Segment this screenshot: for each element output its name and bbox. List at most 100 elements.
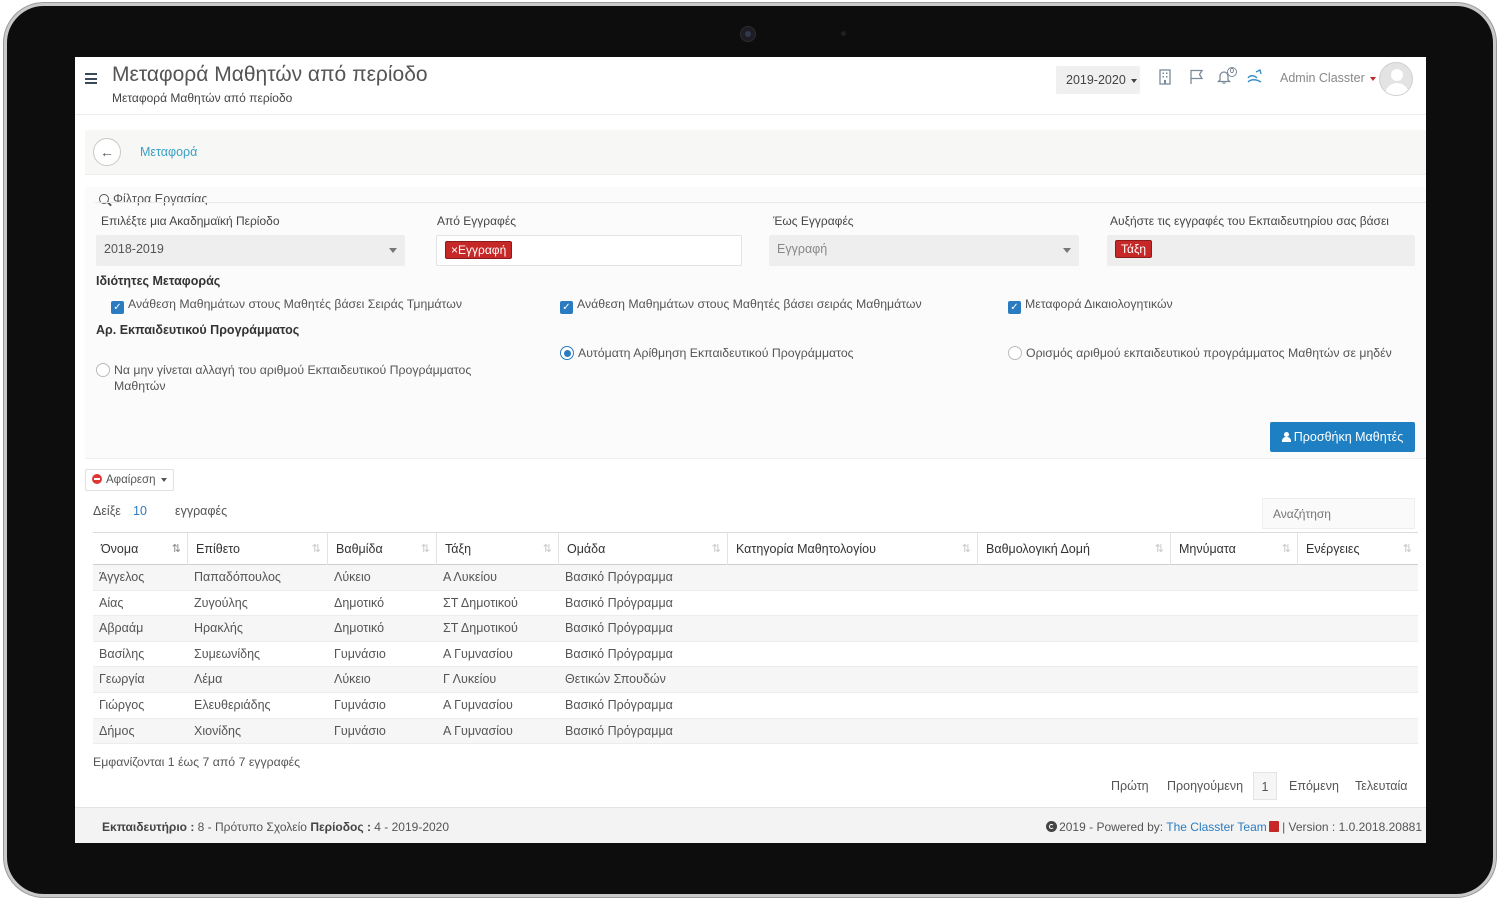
- table-cell: Α Λυκείου: [443, 570, 498, 584]
- table-cell: Γυμνάσιο: [334, 697, 386, 712]
- column-header-class[interactable]: Τάξη ⇅: [437, 533, 559, 565]
- filter-panel-title-text: Φίλτρα Εργασίας: [113, 192, 208, 206]
- table-row[interactable]: Γιώργος Ελευθεριάδης Γυμνάσιο Α Γυμνασίου Βα…: [93, 693, 1418, 719]
- transfer-option-3[interactable]: ✓ Μεταφορά Δικαιολογητικών: [1008, 296, 1173, 314]
- footer-copyright: 2019 - Powered by:: [1059, 820, 1164, 834]
- gift-icon: [1268, 821, 1279, 832]
- table-cell: Γυμνάσιο: [334, 723, 386, 738]
- from-filter-tag[interactable]: ×Εγγραφή: [445, 241, 513, 259]
- table-row[interactable]: Αίας Ζυγούλης Δημοτικό ΣΤ Δημοτικού Βασικό Π…: [93, 591, 1418, 617]
- column-header-grading-structure[interactable]: Βαθμολογική Δομή ⇅: [978, 533, 1171, 565]
- table-cell: Βασίλης: [99, 646, 145, 661]
- column-header-surname[interactable]: Επίθετο ⇅: [188, 533, 328, 565]
- sort-icon[interactable]: ⇅: [1403, 533, 1412, 565]
- chevron-down-icon: [1130, 78, 1137, 83]
- period-filter-select[interactable]: 2018-2019: [96, 235, 405, 266]
- table-cell: Άγγελος: [99, 570, 145, 584]
- user-name-label: Admin Classter: [1280, 71, 1365, 85]
- table-cell: Α Γυμνασίου: [443, 646, 513, 661]
- column-header-level[interactable]: Βαθμίδα ⇅: [328, 533, 437, 565]
- checkbox-checked-icon[interactable]: ✓: [111, 301, 124, 314]
- user-menu[interactable]: Admin Classter: [1280, 71, 1376, 85]
- radio-selected-icon[interactable]: [560, 346, 574, 360]
- table-cell: ΣΤ Δημοτικού: [443, 595, 518, 610]
- pagination-previous[interactable]: Προηγούμενη: [1167, 772, 1243, 800]
- entries-label: εγγραφές: [175, 504, 228, 518]
- building-icon[interactable]: [1158, 69, 1172, 89]
- back-button[interactable]: ←: [93, 138, 121, 166]
- transfer-option-3-label: Μεταφορά Δικαιολογητικών: [1025, 297, 1173, 311]
- program-option-3[interactable]: Ορισμός αριθμού εκπαιδευτικού προγράμματ…: [1008, 345, 1392, 361]
- menu-icon[interactable]: [85, 73, 97, 84]
- column-header-registry-category[interactable]: Κατηγορία Μαθητολογίου ⇅: [728, 533, 978, 565]
- transfer-option-1[interactable]: ✓ Ανάθεση Μαθημάτων στους Μαθητές βάσει Σ…: [111, 296, 462, 314]
- close-icon[interactable]: ×: [451, 243, 458, 257]
- table-row[interactable]: Βασίλης Συμεωνίδης Γυμνάσιο Α Γυμνασίου Βασι…: [93, 642, 1418, 668]
- table-row[interactable]: Αβραάμ Ηρακλής Δημοτικό ΣΤ Δημοτικού Βασικό …: [93, 616, 1418, 642]
- column-header-label: Τάξη: [445, 542, 472, 556]
- pagination-last[interactable]: Τελευταία: [1355, 772, 1407, 800]
- breadcrumb: ← Μεταφορά: [85, 130, 1426, 175]
- column-header-messages[interactable]: Μηνύματα ⇅: [1171, 533, 1298, 565]
- avatar[interactable]: [1379, 62, 1413, 96]
- transfer-option-2-label: Ανάθεση Μαθημάτων στους Μαθητές βάσει σε…: [577, 297, 922, 311]
- footer-school-info: Εκπαιδευτήριο : 8 - Πρότυπο Σχολείο Περί…: [102, 820, 449, 834]
- transfer-option-2[interactable]: ✓ Ανάθεση Μαθημάτων στους Μαθητές βάσει σ…: [560, 296, 922, 314]
- footer-team-link[interactable]: The Classter Team: [1166, 820, 1266, 834]
- add-students-label: Προσθήκη Μαθητές: [1293, 430, 1404, 444]
- table-cell: Ηρακλής: [194, 621, 243, 636]
- minus-circle-icon: [92, 474, 102, 484]
- program-option-1[interactable]: Να μην γίνεται αλλαγή του αριθμού Εκπαιδ…: [96, 362, 481, 394]
- period-selector-label: 2019-2020: [1066, 73, 1126, 87]
- remove-button[interactable]: Αφαίρεση: [85, 469, 174, 491]
- table-cell: Θετικών Σπουδών: [565, 672, 666, 687]
- period-selector[interactable]: 2019-2020: [1056, 66, 1140, 94]
- table-info: Εμφανίζονται 1 έως 7 από 7 εγγραφές: [93, 755, 301, 769]
- pagination-next[interactable]: Επόμενη: [1289, 772, 1339, 800]
- increase-filter-tag[interactable]: Τάξη: [1115, 240, 1152, 258]
- chevron-down-icon: [389, 248, 397, 253]
- program-option-1-label: Να μην γίνεται αλλαγή του αριθμού Εκπαιδ…: [114, 363, 472, 393]
- column-header-group[interactable]: Ομάδα ⇅: [559, 533, 728, 565]
- share-icon[interactable]: [1246, 68, 1264, 89]
- column-header-actions[interactable]: Ενέργειες ⇅: [1298, 533, 1418, 565]
- table-cell: Γυμνάσιο: [334, 646, 386, 661]
- pagination-page[interactable]: 1: [1253, 772, 1277, 800]
- sort-icon[interactable]: ⇅: [421, 533, 430, 565]
- table-cell: Δημοτικό: [334, 621, 385, 636]
- increase-filter-input[interactable]: Τάξη: [1107, 235, 1415, 266]
- table-row[interactable]: Γεωργία Λέμα Λύκειο Γ Λυκείου Θετικών Σπουδώ…: [93, 667, 1418, 693]
- search-input[interactable]: [1262, 498, 1415, 529]
- table-row[interactable]: Άγγελος Παπαδόπουλος Λύκειο Α Λυκείου Βασικό…: [93, 565, 1418, 591]
- column-header-label: Επίθετο: [196, 542, 240, 556]
- sort-icon[interactable]: ⇅: [1155, 533, 1164, 565]
- sort-icon[interactable]: ⇅: [543, 533, 552, 565]
- footer-period-value: 4 - 2019-2020: [374, 820, 450, 834]
- sort-icon[interactable]: ⇅: [312, 533, 321, 565]
- pagination-first[interactable]: Πρώτη: [1111, 772, 1149, 800]
- sort-icon[interactable]: ⇅: [1282, 533, 1291, 565]
- to-filter-select[interactable]: Εγγραφή: [769, 235, 1079, 266]
- add-students-button[interactable]: Προσθήκη Μαθητές: [1270, 422, 1415, 452]
- radio-icon[interactable]: [96, 363, 110, 377]
- page-size-select[interactable]: 10: [133, 504, 147, 518]
- flag-icon[interactable]: [1189, 69, 1205, 89]
- sort-icon[interactable]: ⇅: [962, 533, 971, 565]
- program-option-2-label: Αυτόματη Αρίθμηση Εκπαιδευτικού Προγράμμ…: [578, 346, 854, 360]
- chevron-down-icon: [1063, 248, 1071, 253]
- to-filter-value: Εγγραφή: [777, 242, 828, 256]
- sort-icon[interactable]: ⇅: [712, 533, 721, 565]
- from-filter-input[interactable]: ×Εγγραφή: [436, 235, 742, 266]
- table-row[interactable]: Δήμος Χιονίδης Γυμνάσιο Α Γυμνασίου Βασικό Π…: [93, 718, 1418, 745]
- program-option-2[interactable]: Αυτόματη Αρίθμηση Εκπαιδευτικού Προγράμμ…: [560, 345, 854, 361]
- breadcrumb-current[interactable]: Μεταφορά: [140, 145, 197, 159]
- sort-asc-icon[interactable]: ⇅: [172, 533, 181, 565]
- column-header-name[interactable]: Όνομα ⇅: [93, 533, 188, 565]
- checkbox-checked-icon[interactable]: ✓: [560, 301, 573, 314]
- show-label: Δείξε: [93, 504, 121, 518]
- transfer-option-1-label: Ανάθεση Μαθημάτων στους Μαθητές βάσει Σε…: [128, 297, 462, 311]
- table-cell: Δημοτικό: [334, 595, 385, 610]
- radio-icon[interactable]: [1008, 346, 1022, 360]
- camera-icon: [740, 26, 756, 42]
- checkbox-checked-icon[interactable]: ✓: [1008, 301, 1021, 314]
